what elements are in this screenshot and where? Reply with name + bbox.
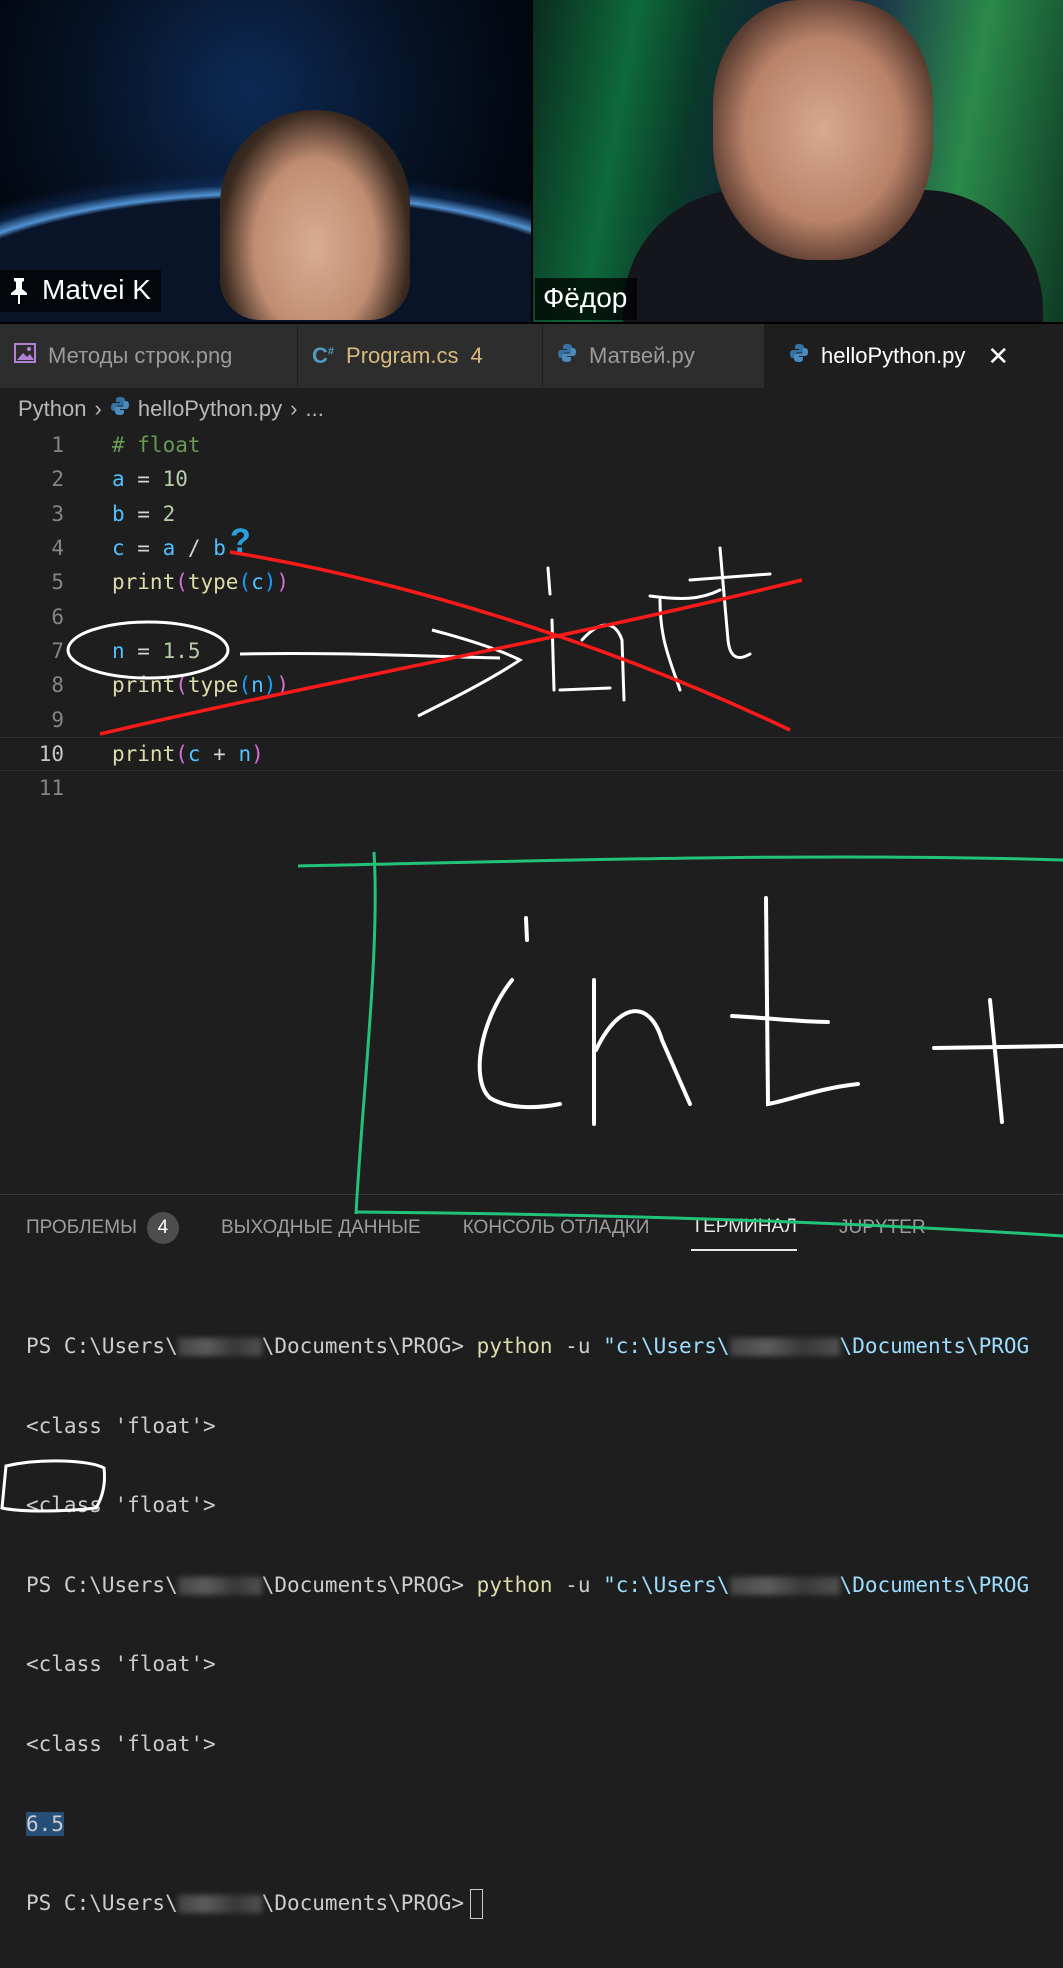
python-file-icon bbox=[557, 343, 577, 369]
terminal-line: <class 'float'> bbox=[26, 1731, 216, 1756]
breadcrumb-more[interactable]: ... bbox=[305, 396, 323, 422]
breadcrumb: Python › helloPython.py › ... bbox=[18, 392, 324, 426]
tab-label: ПРОБЛЕМЫ bbox=[26, 1217, 137, 1238]
code-line[interactable]: 3 b = 2 bbox=[0, 497, 1063, 531]
line-number: 8 bbox=[51, 673, 64, 698]
line-number: 2 bbox=[51, 467, 64, 492]
pin-icon[interactable] bbox=[8, 276, 30, 304]
video-call-strip: Matvei K Фёдор bbox=[0, 0, 1063, 324]
tab-label: Program.cs bbox=[346, 343, 459, 368]
breadcrumb-file[interactable]: helloPython.py bbox=[138, 396, 282, 422]
participant-name-tag: Matvei K bbox=[0, 270, 161, 312]
tab-label: ТЕРМИНАЛ bbox=[691, 1216, 797, 1237]
tab-debug-console[interactable]: КОНСОЛЬ ОТЛАДКИ bbox=[463, 1205, 650, 1251]
code-line-current[interactable]: 10 print(c + n) bbox=[0, 737, 1063, 771]
line-number: 3 bbox=[51, 501, 64, 526]
python-file-icon bbox=[789, 343, 809, 369]
terminal-line: PS C:\Users\ \Documents\PROG> python -u "… bbox=[26, 1334, 1030, 1358]
panel-tab-bar: ПРОБЛЕМЫ 4 ВЫХОДНЫЕ ДАННЫЕ КОНСОЛЬ ОТЛАД… bbox=[26, 1205, 968, 1251]
tab-output[interactable]: ВЫХОДНЫЕ ДАННЫЕ bbox=[221, 1205, 421, 1251]
bottom-panel: ПРОБЛЕМЫ 4 ВЫХОДНЫЕ ДАННЫЕ КОНСОЛЬ ОТЛАД… bbox=[0, 1194, 1063, 1920]
code-line[interactable]: 1 # float bbox=[0, 428, 1063, 462]
line-number: 10 bbox=[38, 741, 64, 766]
redacted-username bbox=[177, 1576, 262, 1595]
participant-video-fedor bbox=[713, 0, 933, 260]
code-text: b = 2 bbox=[112, 501, 176, 526]
code-text: print(type(n)) bbox=[112, 673, 290, 698]
tab-program-cs[interactable]: C# Program.cs 4 bbox=[298, 324, 543, 388]
csharp-file-icon: C# bbox=[312, 343, 335, 368]
tab-metody-strok-png[interactable]: Методы строк.png bbox=[0, 324, 298, 388]
code-text: print(type(c)) bbox=[112, 570, 290, 595]
annotation-box-top bbox=[297, 855, 1063, 868]
close-icon[interactable]: ✕ bbox=[987, 341, 1009, 372]
image-file-icon bbox=[14, 343, 36, 369]
code-line[interactable]: 5 print(type(c)) bbox=[0, 565, 1063, 599]
video-tile-matvei[interactable]: Matvei K bbox=[0, 0, 531, 322]
video-tile-fedor[interactable]: Фёдор bbox=[533, 0, 1063, 322]
participant-name: Matvei K bbox=[42, 274, 151, 305]
code-line[interactable]: 2 a = 10 bbox=[0, 462, 1063, 496]
tab-label: КОНСОЛЬ ОТЛАДКИ bbox=[462, 1217, 650, 1238]
line-number: 6 bbox=[51, 604, 64, 629]
selected-result[interactable]: 6.5 bbox=[26, 1811, 64, 1836]
tab-label: Методы строк.png bbox=[48, 343, 233, 368]
participant-name: Фёдор bbox=[535, 278, 638, 320]
terminal-prompt: PS C:\Users\ \Documents\PROG> bbox=[26, 1888, 1029, 1920]
terminal-line: 6.5 bbox=[26, 1809, 1029, 1841]
tab-terminal[interactable]: ТЕРМИНАЛ bbox=[691, 1205, 797, 1251]
chevron-right-icon: › bbox=[94, 396, 102, 421]
line-number: 11 bbox=[38, 776, 64, 801]
tab-label: Матвей.py bbox=[589, 343, 695, 368]
tab-label: JUPYTER bbox=[838, 1217, 926, 1238]
line-number: 7 bbox=[51, 638, 64, 663]
python-file-icon bbox=[110, 396, 130, 422]
line-number: 1 bbox=[51, 433, 64, 458]
breadcrumb-folder[interactable]: Python bbox=[18, 396, 87, 422]
code-line[interactable]: 6 bbox=[0, 599, 1063, 633]
line-number: 4 bbox=[51, 536, 64, 561]
chevron-right-icon: › bbox=[290, 396, 298, 421]
tab-label: ВЫХОДНЫЕ ДАННЫЕ bbox=[220, 1217, 421, 1238]
tab-label: helloPython.py bbox=[821, 343, 966, 368]
tab-jupyter[interactable]: JUPYTER bbox=[839, 1205, 926, 1251]
terminal-output[interactable]: PS C:\Users\ \Documents\PROG> python -u "… bbox=[26, 1283, 1029, 1968]
code-line[interactable]: 8 print(type(n)) bbox=[0, 668, 1063, 702]
terminal-cursor bbox=[470, 1889, 484, 1920]
redacted-username bbox=[729, 1576, 840, 1595]
annotation-int-plus bbox=[477, 896, 1063, 1126]
code-line[interactable]: 9 bbox=[0, 702, 1063, 736]
code-text: c = a / b bbox=[112, 536, 226, 561]
code-editor[interactable]: 1 # float 2 a = 10 3 b = 2 4 c = a / b 5… bbox=[0, 428, 1063, 805]
terminal-line: <class 'float'> bbox=[26, 1652, 216, 1677]
terminal-line: <class 'float'> bbox=[26, 1413, 216, 1438]
code-text: print(c + n) bbox=[112, 741, 264, 766]
redacted-username bbox=[729, 1338, 840, 1356]
tab-problems[interactable]: ПРОБЛЕМЫ 4 bbox=[26, 1205, 179, 1251]
line-number: 5 bbox=[51, 570, 64, 595]
code-line[interactable]: 4 c = a / b bbox=[0, 531, 1063, 565]
code-line[interactable]: 11 bbox=[0, 771, 1063, 805]
redacted-username bbox=[177, 1895, 262, 1914]
code-comment: # float bbox=[112, 433, 201, 458]
editor-tab-bar: Методы строк.png C# Program.cs 4 Матвей.… bbox=[0, 324, 1063, 388]
code-text: n = 1.5 bbox=[112, 638, 201, 663]
code-text: a = 10 bbox=[112, 467, 188, 492]
problem-count-badge: 4 bbox=[146, 1212, 179, 1244]
problem-count-badge: 4 bbox=[470, 343, 483, 368]
code-line[interactable]: 7 n = 1.5 bbox=[0, 634, 1063, 668]
annotation-box-left bbox=[354, 851, 377, 1215]
participant-video-matvei bbox=[220, 110, 410, 320]
tab-matvei-py[interactable]: Матвей.py bbox=[543, 324, 765, 388]
tab-hellopython-py[interactable]: helloPython.py ✕ bbox=[765, 324, 1063, 388]
line-number: 9 bbox=[51, 707, 64, 732]
terminal-line: PS C:\Users\ \Documents\PROG> python -u "… bbox=[26, 1572, 1030, 1597]
redacted-username bbox=[177, 1338, 262, 1356]
terminal-line: <class 'float'> bbox=[26, 1493, 216, 1518]
